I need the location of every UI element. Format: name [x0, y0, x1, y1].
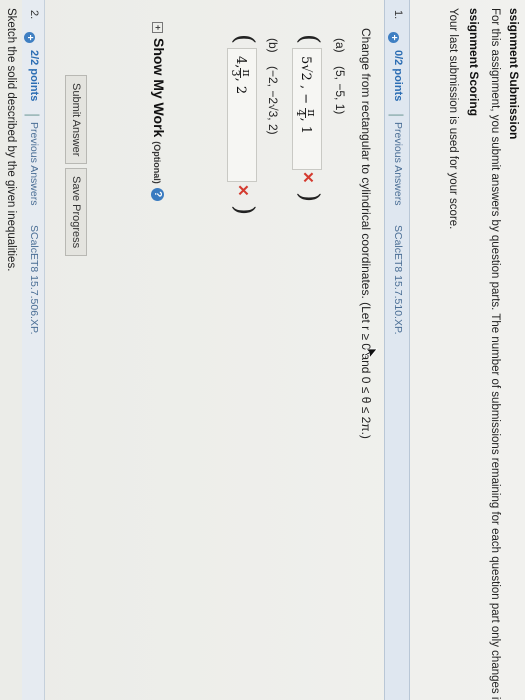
expand-icon[interactable]: + [386, 32, 404, 43]
incorrect-icon: ✕ [234, 184, 251, 197]
question-2-number: 2. [28, 10, 40, 20]
expand-icon[interactable]: + [22, 32, 40, 43]
question-prompt: Change from rectangular to cylindrical c… [359, 28, 373, 439]
incorrect-icon: ✕ [299, 171, 316, 184]
previous-answers-link[interactable]: Previous Answers [392, 122, 404, 205]
open-paren-b: ( [229, 34, 259, 45]
show-work-optional: (Optional) [152, 141, 162, 184]
answer-b-fraction: π3 [229, 68, 253, 78]
answer-b-suffix: , 2 [233, 77, 248, 95]
show-work-label: Show My Work [151, 38, 167, 138]
points-link[interactable]: 0/2 points [392, 50, 404, 101]
scoring-text: Your last submission is used for your sc… [447, 8, 459, 230]
part-b-point: (−2, −2√3, 2) [266, 66, 280, 135]
question-2-prompt: Sketch the solid described by the given … [5, 8, 17, 272]
assignment-page: ssignment Submission For this assignment… [0, 0, 525, 700]
submit-answer-button[interactable]: Submit Answer [65, 75, 87, 165]
question-code: SCalcET8 15.7.510.XP. [392, 225, 404, 335]
question-1-header: 1. + 0/2 points | Previous Answers SCalc… [384, 0, 410, 700]
answer-b-frac-den: 3 [229, 69, 242, 77]
question-1-number: 1. [392, 10, 404, 20]
submission-text: For this assignment, you submit answers … [489, 8, 501, 700]
close-paren-a: ) [294, 192, 324, 203]
answer-a-frac-den: 4 [294, 109, 307, 117]
open-paren-a: ( [294, 34, 324, 45]
answer-b-prefix: 4, [233, 56, 248, 69]
previous-answers-link[interactable]: Previous Answers [28, 122, 40, 205]
question-2-header: 2. + 2/2 points | Previous Answers SCalc… [22, 0, 45, 700]
help-icon[interactable]: ? [151, 187, 165, 201]
answer-a-fraction: π4 [294, 108, 318, 118]
answer-a-suffix: , 1 [298, 117, 313, 135]
separator: | [388, 113, 405, 118]
mouse-cursor-icon [364, 348, 378, 360]
close-paren-b: ) [229, 205, 259, 216]
submission-heading: ssignment Submission [507, 8, 521, 140]
part-a-label: (a) [333, 38, 347, 53]
save-progress-button[interactable]: Save Progress [65, 168, 87, 257]
scoring-heading: ssignment Scoring [467, 8, 481, 117]
answer-a-value: 5√2 , − π4, 1 [294, 56, 318, 135]
answer-b-value: 4, π 3, 2 [229, 56, 253, 95]
answer-a-prefix: 5√2 , − [298, 56, 313, 105]
separator: | [24, 113, 41, 118]
expand-box-icon: + [152, 22, 164, 33]
show-my-work-toggle[interactable]: + Show My Work (Optional)? [151, 22, 167, 201]
part-b-label: (b) [266, 38, 280, 53]
part-a-point: (5, −5, 1) [333, 66, 347, 115]
points-link[interactable]: 2/2 points [28, 50, 40, 101]
question-code: SCalcET8 15.7.506.XP. [28, 225, 40, 335]
